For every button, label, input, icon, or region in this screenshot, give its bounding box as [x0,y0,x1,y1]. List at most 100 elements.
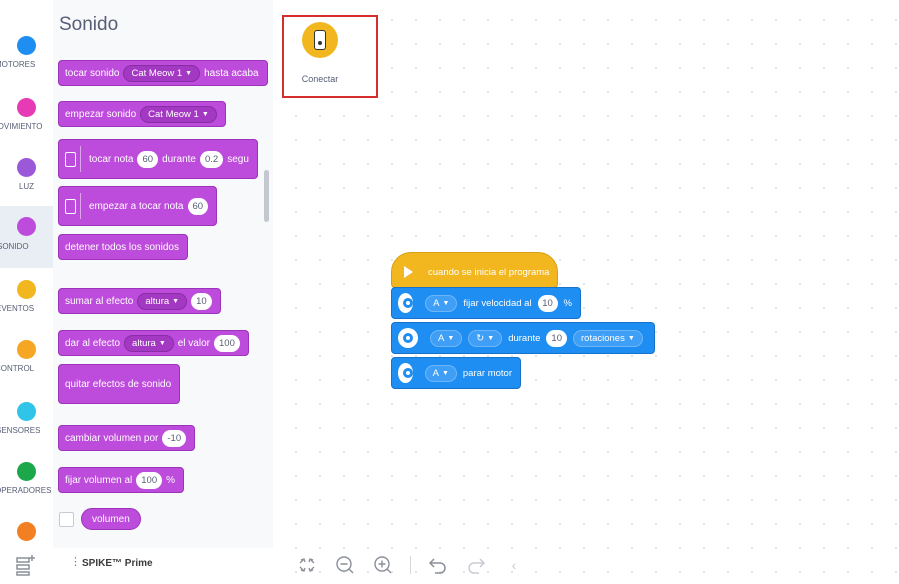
redo-icon[interactable] [465,554,487,576]
sound-dropdown[interactable]: Cat Meow 1 ▼ [140,105,217,123]
category-motores[interactable]: MOTORES [0,30,53,92]
collapse-chevron-icon[interactable]: ‹ [503,554,525,576]
play-icon [404,266,413,278]
block-text: segu [227,153,249,165]
hub-icon [314,30,326,50]
category-dot-icon [17,462,36,481]
block-text: quitar efectos de sonido [65,378,172,390]
block-text: detener todos los sonidos [65,241,179,253]
category-dot-icon [17,340,36,359]
category-dot-icon [17,522,36,541]
block-text: empezar sonido [65,108,137,120]
category-dot-icon [17,36,36,55]
effect-value-input[interactable]: 10 [191,292,212,310]
chevron-down-icon: ▼ [158,339,166,347]
category-eventos[interactable]: EVENTOS [0,274,53,336]
palette-scrollbar[interactable] [264,170,269,222]
block-set-motor-speed[interactable]: A ▼ fijar velocidad al 10 % [391,287,581,319]
category-dot-icon [17,402,36,421]
chevron-down-icon: ▼ [172,297,180,305]
block-set-effect[interactable]: dar al efecto altura ▼ el valor 100 [58,330,249,356]
block-text: volumen [92,513,130,525]
block-play-note[interactable]: tocar nota 60 durante 0.2 segu [58,139,258,179]
category-rail: MOTORES MOVIMIENTO LUZ SONIDO EVENTOS CO… [0,0,53,584]
block-text: hasta acaba [204,67,259,79]
block-text: fijar volumen al [65,474,133,486]
block-when-program-starts[interactable]: cuando se inicia el programa [391,252,558,288]
block-start-sound[interactable]: empezar sonido Cat Meow 1 ▼ [58,101,226,127]
block-text: parar motor [462,367,512,379]
dropdown-value: altura [145,295,170,307]
category-movimiento[interactable]: MOVIMIENTO [0,92,53,154]
category-label: OPERADORES [0,486,52,495]
block-volume-reporter[interactable]: volumen [81,508,141,530]
sound-dropdown[interactable]: Cat Meow 1 ▼ [123,64,201,82]
speed-input[interactable]: 10 [537,294,558,312]
category-control[interactable]: CONTROL [0,334,53,396]
motor-icon [398,328,418,348]
add-extension-icon[interactable] [14,553,38,577]
block-text: cambiar volumen por [65,432,159,444]
effect-dropdown[interactable]: altura ▼ [124,334,174,352]
dropdown-value: Cat Meow 1 [131,67,183,79]
direction-dropdown[interactable]: ↻ ▼ [468,329,503,347]
port-dropdown[interactable]: A ▼ [425,294,458,312]
block-text: cuando se inicia el programa [428,267,550,278]
category-label: CONTROL [0,364,35,373]
block-text: sumar al efecto [65,295,134,307]
block-run-motor-for[interactable]: A ▼ ↻ ▼ durante 10 rotaciones ▼ [391,322,655,354]
zoom-in-icon[interactable] [372,554,394,576]
block-text: empezar a tocar nota [89,200,184,212]
block-text: dar al efecto [65,337,121,349]
block-stop-all-sounds[interactable]: detener todos los sonidos [58,234,188,260]
dropdown-value: altura [132,337,156,349]
connect-label: Conectar [301,74,339,84]
more-options-icon[interactable]: ⋮ [70,555,81,568]
block-set-volume[interactable]: fijar volumen al 100 % [58,467,185,493]
block-play-sound-until-done[interactable]: tocar sonido Cat Meow 1 ▼ hasta acaba [58,60,268,86]
palette-title: Sonido [59,14,119,35]
chevron-down-icon: ▼ [487,334,495,342]
effect-dropdown[interactable]: altura ▼ [137,292,188,310]
port-dropdown[interactable]: A ▼ [430,329,463,347]
chevron-down-icon: ▼ [201,110,209,118]
note-input[interactable]: 60 [187,197,209,215]
block-clear-effects[interactable]: quitar efectos de sonido [58,364,181,404]
block-text: durante [162,153,196,165]
dropdown-value: Cat Meow 1 [148,108,199,120]
undo-icon[interactable] [427,554,449,576]
category-sensores[interactable]: SENSORES [0,396,53,458]
volume-monitor-checkbox[interactable] [59,512,74,527]
effect-value-input[interactable]: 100 [214,334,240,352]
block-text: durante [508,332,541,344]
note-input[interactable]: 60 [137,150,159,168]
recenter-icon[interactable] [296,554,318,576]
category-luz[interactable]: LUZ [0,152,53,214]
connect-highlight: Conectar [282,15,378,98]
canvas-toolbar: ‹ [296,551,525,579]
category-dot-icon [17,217,36,236]
motor-icon [398,363,413,383]
category-sonido[interactable]: SONIDO [0,206,53,268]
beats-input[interactable]: 0.2 [199,150,224,168]
amount-input[interactable]: 10 [546,329,567,347]
zoom-out-icon[interactable] [334,554,356,576]
block-text: % [166,474,176,486]
hub-type-label[interactable]: SPIKE™ Prime [82,558,153,569]
connect-button[interactable] [302,22,338,58]
block-stop-motor[interactable]: A ▼ parar motor [391,357,521,389]
volume-input[interactable]: 100 [136,471,163,489]
toolbar-divider [410,556,411,574]
category-label: SENSORES [0,426,41,435]
chevron-down-icon: ▼ [447,334,455,342]
unit-dropdown[interactable]: rotaciones ▼ [573,329,643,347]
palette-footer: ⋮ SPIKE™ Prime [0,548,273,584]
chevron-down-icon: ▼ [442,299,450,307]
block-start-note[interactable]: empezar a tocar nota 60 [58,186,218,226]
block-change-effect[interactable]: sumar al efecto altura ▼ 10 [58,288,221,314]
category-operadores[interactable]: OPERADORES [0,456,53,518]
block-change-volume[interactable]: cambiar volumen por -10 [58,425,196,451]
port-dropdown[interactable]: A ▼ [424,364,457,382]
volume-input[interactable]: -10 [162,429,187,447]
block-text: % [563,297,572,309]
